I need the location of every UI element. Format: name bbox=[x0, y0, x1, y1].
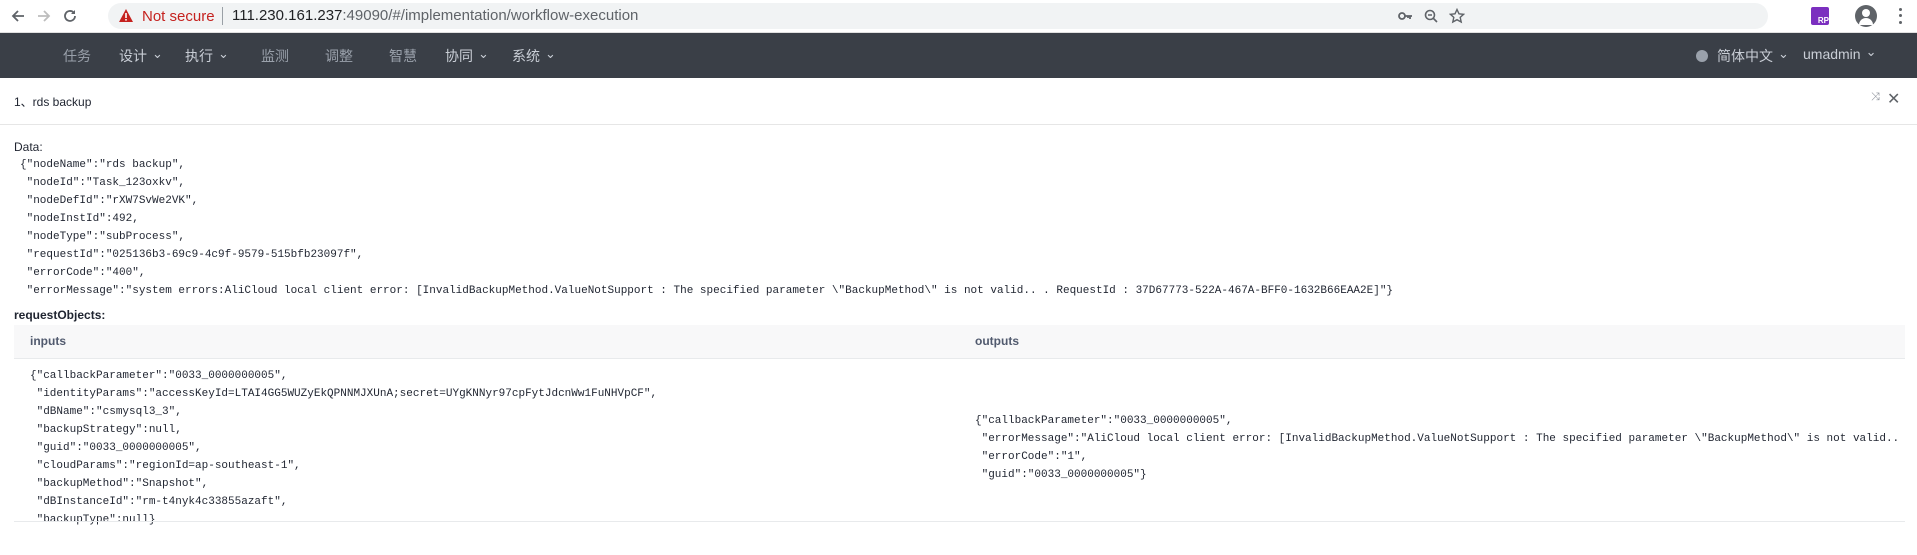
url-host: 111.230.161.237 bbox=[232, 7, 343, 24]
table-bottom-border bbox=[14, 521, 1905, 522]
nav-item-task[interactable]: 任务 bbox=[63, 46, 91, 66]
request-objects-label: requestObjects: bbox=[14, 308, 106, 322]
url-text[interactable]: 111.230.161.237:49090/#/implementation/w… bbox=[232, 7, 638, 24]
rp-extension-icon[interactable]: RP bbox=[1811, 7, 1829, 25]
zoom-icon[interactable] bbox=[1421, 6, 1441, 26]
language-selector[interactable]: 简体中文 bbox=[1717, 46, 1789, 66]
nav-item-system[interactable]: 系统 bbox=[512, 46, 556, 66]
star-icon[interactable] bbox=[1447, 6, 1467, 26]
minimize-icon[interactable]: ⤨ bbox=[1871, 91, 1880, 104]
language-dot-icon bbox=[1696, 50, 1708, 62]
panel-divider bbox=[0, 124, 1917, 125]
app-navbar: 任务 设计 执行 监测 调整 智慧 协同 系统 简体中文 umadmin bbox=[0, 33, 1917, 78]
back-arrow-icon[interactable] bbox=[8, 6, 28, 26]
address-bar[interactable]: Not secure 111.230.161.237:49090/#/imple… bbox=[108, 3, 1768, 29]
request-objects-table: inputs outputs {"callbackParameter":"003… bbox=[14, 325, 1905, 526]
nav-item-wisdom[interactable]: 智慧 bbox=[389, 46, 417, 66]
close-icon[interactable]: ✕ bbox=[1887, 89, 1900, 109]
key-icon[interactable] bbox=[1395, 6, 1415, 26]
table-header: inputs outputs bbox=[14, 325, 1905, 359]
forward-arrow-icon[interactable] bbox=[34, 6, 54, 26]
reload-icon[interactable] bbox=[60, 6, 80, 26]
nav-item-design[interactable]: 设计 bbox=[119, 46, 163, 66]
security-label[interactable]: Not secure bbox=[142, 8, 215, 25]
user-menu[interactable]: umadmin bbox=[1803, 46, 1877, 63]
nav-item-collaborate[interactable]: 协同 bbox=[445, 46, 489, 66]
data-label: Data: bbox=[14, 140, 43, 154]
nav-item-execute[interactable]: 执行 bbox=[185, 46, 229, 66]
outputs-json: {"callbackParameter":"0033_0000000005", … bbox=[975, 415, 1900, 481]
data-json: {"nodeName":"rds backup", "nodeId":"Task… bbox=[20, 159, 1394, 297]
column-header-inputs: inputs bbox=[30, 334, 66, 348]
url-path: :49090/#/implementation/workflow-executi… bbox=[342, 7, 639, 24]
warning-icon bbox=[118, 8, 134, 24]
menu-icon[interactable] bbox=[1896, 6, 1904, 26]
panel-title: 1、rds backup bbox=[14, 95, 92, 109]
panel-tools: ⤨ ✕ bbox=[1871, 89, 1905, 109]
omnibox-separator bbox=[222, 7, 223, 25]
nav-item-adjust[interactable]: 调整 bbox=[325, 46, 353, 66]
column-header-outputs: outputs bbox=[975, 334, 1019, 348]
account-icon[interactable] bbox=[1855, 5, 1877, 27]
browser-toolbar: Not secure 111.230.161.237:49090/#/imple… bbox=[0, 0, 1917, 33]
inputs-json: {"callbackParameter":"0033_0000000005", … bbox=[30, 370, 658, 526]
nav-item-monitor[interactable]: 监测 bbox=[261, 46, 289, 66]
